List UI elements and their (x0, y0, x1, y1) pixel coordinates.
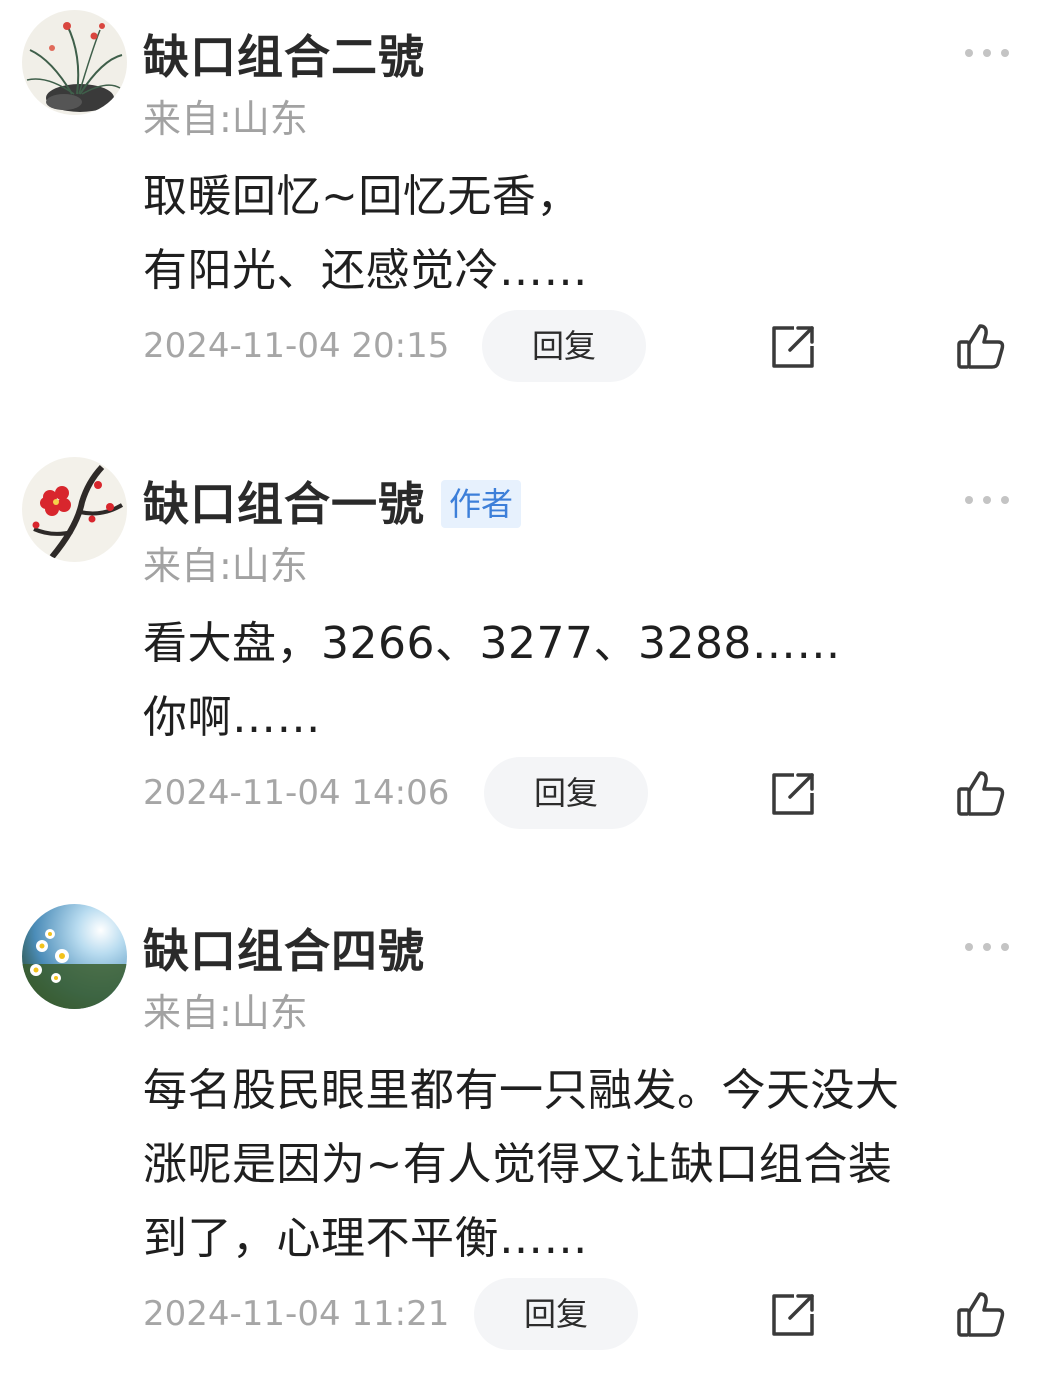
thumbs-up-icon[interactable] (956, 322, 1006, 370)
name-row: 缺口组合四號 (143, 921, 425, 981)
comment-footer: 2024-11-04 20:15 回复 (0, 310, 1039, 382)
author-badge: 作者 (441, 480, 522, 528)
comment-text: 取暖回忆~回忆无香， 有阳光、还感觉冷…… (143, 171, 588, 296)
name-row: 缺口组合一號 作者 (143, 474, 522, 534)
username[interactable]: 缺口组合一號 (143, 474, 425, 534)
reply-button[interactable]: 回复 (474, 1278, 638, 1350)
reply-button[interactable]: 回复 (484, 757, 648, 829)
comment-item: 缺口组合四號 来自:山东 每名股民眼里都有一只融发。今天没大 涨呢是因为~有人觉… (0, 904, 1039, 1364)
location-text: 来自:山东 (143, 544, 308, 588)
avatar[interactable] (22, 904, 127, 1009)
avatar[interactable] (22, 10, 127, 115)
more-dots-icon[interactable] (962, 940, 1012, 954)
more-dots-icon[interactable] (962, 493, 1012, 507)
username[interactable]: 缺口组合四號 (143, 921, 425, 981)
comment-footer: 2024-11-04 11:21 回复 (0, 1278, 1039, 1350)
share-icon[interactable] (770, 324, 816, 370)
plum-blossom-avatar-image (22, 457, 127, 562)
comment-item: 缺口组合一號 作者 来自:山东 看大盘，3266、3277、3288…… 你啊…… (0, 457, 1039, 847)
location-text: 来自:山东 (143, 97, 308, 141)
timestamp: 2024-11-04 11:21 (143, 1294, 450, 1334)
more-dots-icon[interactable] (962, 46, 1012, 60)
name-row: 缺口组合二號 (143, 27, 425, 87)
orchid-avatar-image (22, 10, 127, 115)
comment-footer: 2024-11-04 14:06 回复 (0, 757, 1039, 829)
thumbs-up-icon[interactable] (956, 1290, 1006, 1338)
username[interactable]: 缺口组合二號 (143, 27, 425, 87)
comment-text: 每名股民眼里都有一只融发。今天没大 涨呢是因为~有人觉得又让缺口组合装 到了，心… (143, 1065, 900, 1264)
reply-button[interactable]: 回复 (482, 310, 646, 382)
comment-item: 缺口组合二號 来自:山东 取暖回忆~回忆无香， 有阳光、还感觉冷…… 2024-… (0, 10, 1039, 400)
share-icon[interactable] (770, 771, 816, 817)
daisy-avatar-image (22, 904, 127, 1009)
timestamp: 2024-11-04 14:06 (143, 773, 450, 813)
avatar[interactable] (22, 457, 127, 562)
timestamp: 2024-11-04 20:15 (143, 326, 450, 366)
share-icon[interactable] (770, 1292, 816, 1338)
comment-text: 看大盘，3266、3277、3288…… 你啊…… (143, 618, 841, 743)
thumbs-up-icon[interactable] (956, 769, 1006, 817)
location-text: 来自:山东 (143, 991, 308, 1035)
